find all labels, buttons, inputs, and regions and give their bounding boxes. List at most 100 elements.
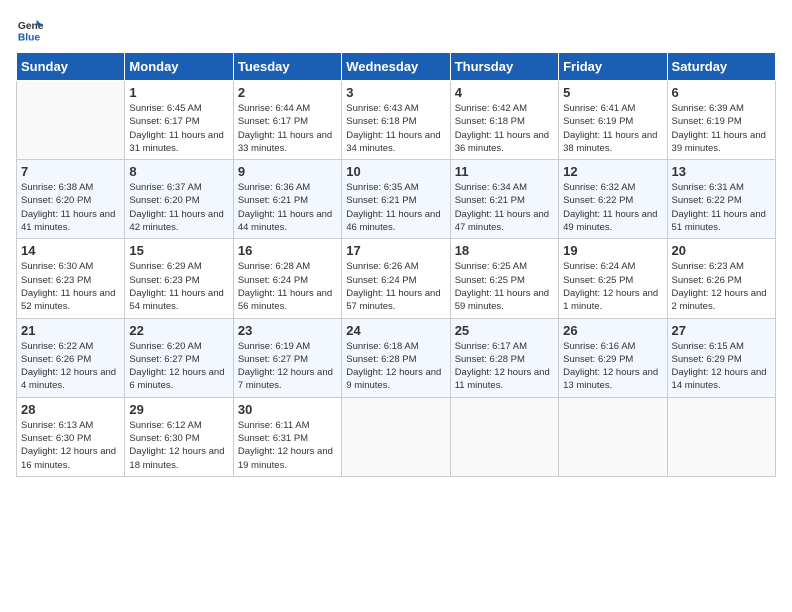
calendar-cell: 14 Sunrise: 6:30 AMSunset: 6:23 PMDayligh… [17, 239, 125, 318]
day-number: 6 [672, 85, 771, 100]
day-number: 27 [672, 323, 771, 338]
calendar-cell: 2 Sunrise: 6:44 AMSunset: 6:17 PMDaylight… [233, 81, 341, 160]
day-number: 22 [129, 323, 228, 338]
calendar-cell: 29Sunrise: 6:12 AMSunset: 6:30 PMDayligh… [125, 397, 233, 476]
header-friday: Friday [559, 53, 667, 81]
calendar-cell: 25 Sunrise: 6:17 AMSunset: 6:28 PMDayligh… [450, 318, 558, 397]
calendar-cell: 24 Sunrise: 6:18 AMSunset: 6:28 PMDayligh… [342, 318, 450, 397]
day-number: 13 [672, 164, 771, 179]
day-number: 17 [346, 243, 445, 258]
day-number: 9 [238, 164, 337, 179]
day-info: Sunrise: 6:28 AMSunset: 6:24 PMDaylight:… [238, 260, 337, 313]
calendar-week-row: 14 Sunrise: 6:30 AMSunset: 6:23 PMDayligh… [17, 239, 776, 318]
calendar-cell: 18 Sunrise: 6:25 AMSunset: 6:25 PMDayligh… [450, 239, 558, 318]
day-number: 23 [238, 323, 337, 338]
day-info: Sunrise: 6:26 AMSunset: 6:24 PMDaylight:… [346, 260, 445, 313]
calendar-cell: 26 Sunrise: 6:16 AMSunset: 6:29 PMDayligh… [559, 318, 667, 397]
calendar-cell: 1 Sunrise: 6:45 AMSunset: 6:17 PMDaylight… [125, 81, 233, 160]
calendar-table: SundayMondayTuesdayWednesdayThursdayFrid… [16, 52, 776, 477]
calendar-cell: 19 Sunrise: 6:24 AMSunset: 6:25 PMDayligh… [559, 239, 667, 318]
calendar-week-row: 1 Sunrise: 6:45 AMSunset: 6:17 PMDaylight… [17, 81, 776, 160]
day-number: 7 [21, 164, 120, 179]
calendar-cell [17, 81, 125, 160]
day-info: Sunrise: 6:39 AMSunset: 6:19 PMDaylight:… [672, 102, 771, 155]
page-header: General Blue [16, 16, 776, 44]
calendar-cell: 5 Sunrise: 6:41 AMSunset: 6:19 PMDaylight… [559, 81, 667, 160]
day-number: 12 [563, 164, 662, 179]
day-info: Sunrise: 6:22 AMSunset: 6:26 PMDaylight:… [21, 340, 120, 393]
day-info: Sunrise: 6:45 AMSunset: 6:17 PMDaylight:… [129, 102, 228, 155]
day-number: 25 [455, 323, 554, 338]
day-info: Sunrise: 6:41 AMSunset: 6:19 PMDaylight:… [563, 102, 662, 155]
header-saturday: Saturday [667, 53, 775, 81]
day-info: Sunrise: 6:29 AMSunset: 6:23 PMDaylight:… [129, 260, 228, 313]
day-info: Sunrise: 6:37 AMSunset: 6:20 PMDaylight:… [129, 181, 228, 234]
day-info: Sunrise: 6:23 AMSunset: 6:26 PMDaylight:… [672, 260, 771, 313]
day-info: Sunrise: 6:13 AMSunset: 6:30 PMDaylight:… [21, 419, 120, 472]
day-info: Sunrise: 6:35 AMSunset: 6:21 PMDaylight:… [346, 181, 445, 234]
calendar-cell: 4 Sunrise: 6:42 AMSunset: 6:18 PMDaylight… [450, 81, 558, 160]
calendar-cell: 16Sunrise: 6:28 AMSunset: 6:24 PMDayligh… [233, 239, 341, 318]
calendar-header-row: SundayMondayTuesdayWednesdayThursdayFrid… [17, 53, 776, 81]
day-info: Sunrise: 6:18 AMSunset: 6:28 PMDaylight:… [346, 340, 445, 393]
day-info: Sunrise: 6:20 AMSunset: 6:27 PMDaylight:… [129, 340, 228, 393]
day-info: Sunrise: 6:38 AMSunset: 6:20 PMDaylight:… [21, 181, 120, 234]
day-number: 20 [672, 243, 771, 258]
day-info: Sunrise: 6:24 AMSunset: 6:25 PMDaylight:… [563, 260, 662, 313]
calendar-cell: 12Sunrise: 6:32 AMSunset: 6:22 PMDayligh… [559, 160, 667, 239]
svg-text:General: General [18, 21, 44, 32]
day-number: 15 [129, 243, 228, 258]
header-tuesday: Tuesday [233, 53, 341, 81]
day-info: Sunrise: 6:42 AMSunset: 6:18 PMDaylight:… [455, 102, 554, 155]
calendar-cell: 28 Sunrise: 6:13 AMSunset: 6:30 PMDayligh… [17, 397, 125, 476]
calendar-week-row: 7 Sunrise: 6:38 AMSunset: 6:20 PMDaylight… [17, 160, 776, 239]
calendar-cell [342, 397, 450, 476]
day-number: 18 [455, 243, 554, 258]
calendar-cell: 7 Sunrise: 6:38 AMSunset: 6:20 PMDaylight… [17, 160, 125, 239]
calendar-cell: 30 Sunrise: 6:11 AMSunset: 6:31 PMDayligh… [233, 397, 341, 476]
day-info: Sunrise: 6:34 AMSunset: 6:21 PMDaylight:… [455, 181, 554, 234]
day-info: Sunrise: 6:12 AMSunset: 6:30 PMDaylight:… [129, 419, 228, 472]
day-info: Sunrise: 6:31 AMSunset: 6:22 PMDaylight:… [672, 181, 771, 234]
day-info: Sunrise: 6:30 AMSunset: 6:23 PMDaylight:… [21, 260, 120, 313]
day-info: Sunrise: 6:16 AMSunset: 6:29 PMDaylight:… [563, 340, 662, 393]
calendar-cell: 17 Sunrise: 6:26 AMSunset: 6:24 PMDayligh… [342, 239, 450, 318]
day-number: 2 [238, 85, 337, 100]
day-number: 4 [455, 85, 554, 100]
calendar-cell: 20 Sunrise: 6:23 AMSunset: 6:26 PMDayligh… [667, 239, 775, 318]
day-number: 24 [346, 323, 445, 338]
day-number: 11 [455, 164, 554, 179]
day-number: 19 [563, 243, 662, 258]
day-info: Sunrise: 6:44 AMSunset: 6:17 PMDaylight:… [238, 102, 337, 155]
calendar-cell: 6 Sunrise: 6:39 AMSunset: 6:19 PMDaylight… [667, 81, 775, 160]
calendar-cell: 9Sunrise: 6:36 AMSunset: 6:21 PMDaylight… [233, 160, 341, 239]
calendar-cell: 27 Sunrise: 6:15 AMSunset: 6:29 PMDayligh… [667, 318, 775, 397]
calendar-cell: 22 Sunrise: 6:20 AMSunset: 6:27 PMDayligh… [125, 318, 233, 397]
day-number: 30 [238, 402, 337, 417]
day-info: Sunrise: 6:25 AMSunset: 6:25 PMDaylight:… [455, 260, 554, 313]
day-number: 26 [563, 323, 662, 338]
day-number: 10 [346, 164, 445, 179]
day-number: 3 [346, 85, 445, 100]
calendar-cell: 10 Sunrise: 6:35 AMSunset: 6:21 PMDayligh… [342, 160, 450, 239]
calendar-cell: 13 Sunrise: 6:31 AMSunset: 6:22 PMDayligh… [667, 160, 775, 239]
header-thursday: Thursday [450, 53, 558, 81]
day-info: Sunrise: 6:15 AMSunset: 6:29 PMDaylight:… [672, 340, 771, 393]
day-info: Sunrise: 6:11 AMSunset: 6:31 PMDaylight:… [238, 419, 337, 472]
day-number: 28 [21, 402, 120, 417]
day-info: Sunrise: 6:17 AMSunset: 6:28 PMDaylight:… [455, 340, 554, 393]
day-number: 5 [563, 85, 662, 100]
header-wednesday: Wednesday [342, 53, 450, 81]
day-number: 14 [21, 243, 120, 258]
calendar-cell: 11 Sunrise: 6:34 AMSunset: 6:21 PMDayligh… [450, 160, 558, 239]
calendar-week-row: 28 Sunrise: 6:13 AMSunset: 6:30 PMDayligh… [17, 397, 776, 476]
calendar-cell: 23 Sunrise: 6:19 AMSunset: 6:27 PMDayligh… [233, 318, 341, 397]
calendar-cell: 3 Sunrise: 6:43 AMSunset: 6:18 PMDaylight… [342, 81, 450, 160]
header-monday: Monday [125, 53, 233, 81]
logo-icon: General Blue [16, 16, 44, 44]
day-number: 1 [129, 85, 228, 100]
logo: General Blue [16, 16, 48, 44]
day-number: 21 [21, 323, 120, 338]
day-info: Sunrise: 6:19 AMSunset: 6:27 PMDaylight:… [238, 340, 337, 393]
day-info: Sunrise: 6:43 AMSunset: 6:18 PMDaylight:… [346, 102, 445, 155]
